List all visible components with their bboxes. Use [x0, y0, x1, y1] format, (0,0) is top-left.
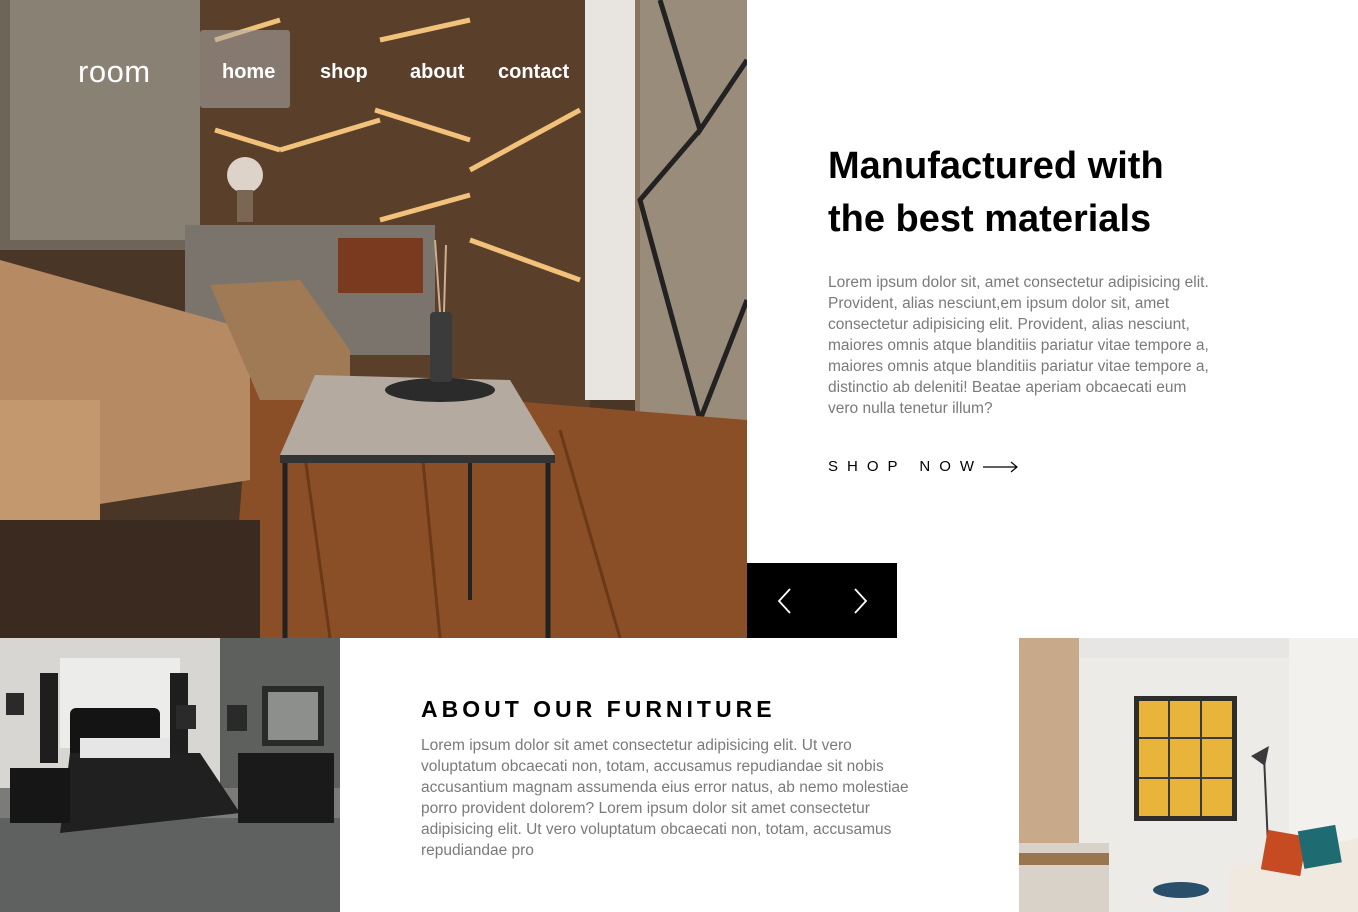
nav-contact[interactable]: contact — [498, 61, 569, 84]
bedroom-image — [0, 638, 340, 912]
about-section: ABOUT OUR FURNITURE Lorem ipsum dolor si… — [421, 696, 926, 861]
hero-content: Manufactured with the best materials Lor… — [828, 140, 1218, 419]
chevron-right-icon — [853, 587, 867, 614]
hero-description: Lorem ipsum dolor sit, amet consectetur … — [828, 274, 1209, 417]
about-text: Lorem ipsum dolor sit amet consectetur a… — [421, 737, 909, 859]
chevron-left-icon — [777, 587, 791, 614]
top-navigation: room home shop about contact — [0, 0, 747, 150]
shop-now-label: SHOP NOW — [828, 458, 984, 475]
arrow-right-icon — [983, 461, 1019, 472]
headline-line-2: the best materials — [828, 198, 1152, 240]
hero-headline: Manufactured with the best materials — [828, 140, 1218, 246]
headline-line-1: Manufactured with — [828, 145, 1164, 187]
slider-prev-button[interactable] — [747, 563, 822, 638]
nav-home[interactable]: home — [222, 61, 275, 84]
logo[interactable]: room — [78, 54, 151, 90]
about-title: ABOUT OUR FURNITURE — [421, 696, 776, 722]
shop-now-link[interactable]: SHOP NOW — [828, 458, 1019, 475]
slider-controls — [747, 563, 897, 638]
bright-room-photo — [1019, 638, 1358, 912]
nav-shop[interactable]: shop — [320, 61, 368, 84]
hero-image: room home shop about contact — [0, 0, 747, 638]
slider-next-button[interactable] — [822, 563, 897, 638]
living-room-image — [1019, 638, 1358, 912]
nav-about[interactable]: about — [410, 61, 464, 84]
bedroom-photo — [0, 638, 340, 912]
